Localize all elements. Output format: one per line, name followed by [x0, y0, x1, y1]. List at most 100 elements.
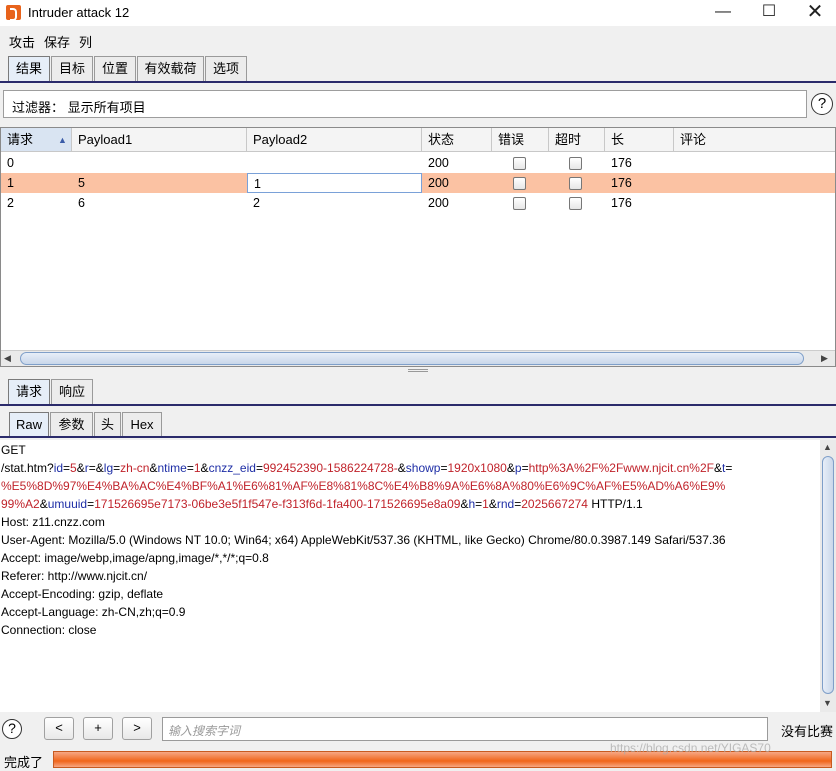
tab-response[interactable]: 响应: [51, 379, 93, 404]
horizontal-scrollbar[interactable]: ◀ ▶: [1, 350, 835, 366]
close-button[interactable]: ✕: [792, 0, 836, 26]
next-match-button[interactable]: >: [122, 717, 152, 740]
scrollbar-thumb[interactable]: [822, 456, 834, 694]
cell-length: 176: [611, 196, 632, 210]
tab-target[interactable]: 目标: [51, 56, 93, 81]
window-title: Intruder attack 12: [28, 5, 130, 20]
tab-underline: [0, 81, 836, 83]
tab-payloads[interactable]: 有效载荷: [137, 56, 204, 81]
cell-payload2: 2: [253, 196, 260, 210]
http-version: HTTP/1.1: [587, 497, 643, 511]
column-header-timeout[interactable]: 超时: [549, 128, 605, 152]
column-header-length[interactable]: 长: [605, 128, 674, 152]
amp: &: [95, 461, 104, 475]
help-icon[interactable]: ?: [811, 93, 833, 115]
previous-match-button[interactable]: <: [44, 717, 74, 740]
request-line: /stat.htm?id=5&r=&lg=zh-cn&ntime=1&cnzz_…: [1, 459, 732, 477]
column-header-request[interactable]: 请求 ▲: [1, 128, 72, 152]
match-count: 没有比赛: [781, 724, 834, 739]
tab-positions[interactable]: 位置: [94, 56, 136, 81]
header-accept: Accept: image/webp,image/apng,image/*,*/…: [1, 551, 269, 565]
column-header-payload2[interactable]: Payload2: [247, 128, 422, 152]
timeout-checkbox: [569, 197, 582, 210]
menu-save[interactable]: 保存: [44, 32, 70, 51]
param-value: %E5%8D%97%E4%BA%AC%E4%BF%A1%E6%81%AF%E8%…: [1, 479, 726, 493]
param-key: ntime: [157, 461, 187, 475]
param-key: p: [514, 461, 522, 475]
amp: &: [39, 497, 48, 511]
amp: &: [488, 497, 497, 511]
equals: =: [255, 461, 263, 475]
param-key: rnd: [496, 497, 515, 511]
scroll-left-icon[interactable]: ◀: [4, 353, 11, 364]
param-value: 1920x1080: [447, 461, 507, 475]
equals: =: [521, 461, 529, 475]
header-accept-language: Accept-Language: zh-CN,zh;q=0.9: [1, 605, 186, 619]
param-value: 1: [193, 461, 201, 475]
tab-params[interactable]: 参数: [50, 412, 93, 437]
cell-length: 176: [611, 156, 632, 170]
cell-payload2: [247, 153, 253, 173]
tab-hex[interactable]: Hex: [122, 412, 162, 437]
param-value: 99%A2: [1, 497, 40, 511]
pane-tab-underline: [0, 404, 836, 406]
table-row[interactable]: 2 6 2 200 176: [1, 193, 835, 213]
vertical-scrollbar[interactable]: ▲ ▼: [820, 440, 836, 712]
add-button[interactable]: +: [83, 717, 113, 740]
equals: =: [63, 461, 71, 475]
scroll-up-icon[interactable]: ▲: [823, 442, 832, 452]
menu-bar: 攻击 保存 列: [0, 28, 836, 52]
help-icon[interactable]: ?: [2, 719, 22, 739]
column-header-comment[interactable]: 评论: [674, 128, 835, 152]
column-header-status[interactable]: 状态: [422, 128, 492, 152]
minimize-button[interactable]: —: [700, 0, 746, 26]
tab-options[interactable]: 选项: [205, 56, 247, 81]
cell-status: 200: [428, 176, 449, 190]
tab-raw[interactable]: Raw: [9, 412, 49, 437]
path-text: /stat.htm?: [1, 461, 54, 475]
table-row[interactable]: 0 200 176: [1, 153, 835, 173]
equals: =: [88, 461, 96, 475]
param-key: cnzz_eid: [208, 461, 256, 475]
header-label: 请求: [7, 132, 34, 147]
equals: =: [725, 461, 733, 475]
cell-status: 200: [428, 196, 449, 210]
timeout-checkbox: [569, 177, 582, 190]
menu-attack[interactable]: 攻击: [9, 32, 35, 51]
column-header-payload1[interactable]: Payload1: [72, 128, 247, 152]
filter-bar[interactable]: 过滤器： 显示所有项目: [3, 90, 807, 118]
tab-headers[interactable]: 头: [94, 412, 121, 437]
cell-payload1: 6: [78, 196, 85, 210]
error-checkbox: [513, 157, 526, 170]
tab-results[interactable]: 结果: [8, 56, 50, 81]
param-key: umuuid: [47, 497, 88, 511]
header-user-agent: User-Agent: Mozilla/5.0 (Windows NT 10.0…: [1, 533, 726, 547]
request-method: GET: [1, 443, 26, 457]
tab-request[interactable]: 请求: [8, 379, 50, 404]
table-row-selected[interactable]: 1 5 1 200 176: [1, 173, 835, 193]
error-checkbox: [513, 197, 526, 210]
header-connection: Connection: close: [1, 623, 97, 637]
cell-length: 176: [611, 176, 632, 190]
raw-request-editor[interactable]: GET /stat.htm?id=5&r=&lg=zh-cn&ntime=1&c…: [0, 440, 820, 712]
request-line-wrap: %E5%8D%97%E4%BA%AC%E4%BF%A1%E6%81%AF%E8%…: [1, 477, 725, 495]
main-tab-bar: 结果 目标 位置 有效载荷 选项: [0, 54, 836, 84]
scroll-right-icon[interactable]: ▶: [821, 353, 828, 364]
cell-payload1: 5: [78, 176, 85, 190]
splitter-handle[interactable]: [408, 369, 428, 372]
sort-ascending-icon: ▲: [58, 135, 67, 145]
cell-request: 1: [7, 176, 14, 190]
maximize-button[interactable]: ☐: [746, 0, 792, 26]
header-accept-encoding: Accept-Encoding: gzip, deflate: [1, 587, 164, 601]
column-header-error[interactable]: 错误: [492, 128, 549, 152]
scrollbar-thumb[interactable]: [20, 352, 804, 365]
param-value: http%3A%2F%2Fwww.njcit.cn%2F: [528, 461, 714, 475]
param-key: lg: [103, 461, 114, 475]
watermark: https://blog.csdn.net/YIGAS70: [610, 741, 771, 755]
scroll-down-icon[interactable]: ▼: [823, 698, 832, 708]
menu-columns[interactable]: 列: [79, 32, 92, 51]
amp: &: [149, 461, 158, 475]
cell-request: 2: [7, 196, 14, 210]
header-host: Host: z11.cnzz.com: [1, 515, 105, 529]
search-input[interactable]: 输入搜索字词: [162, 717, 768, 741]
